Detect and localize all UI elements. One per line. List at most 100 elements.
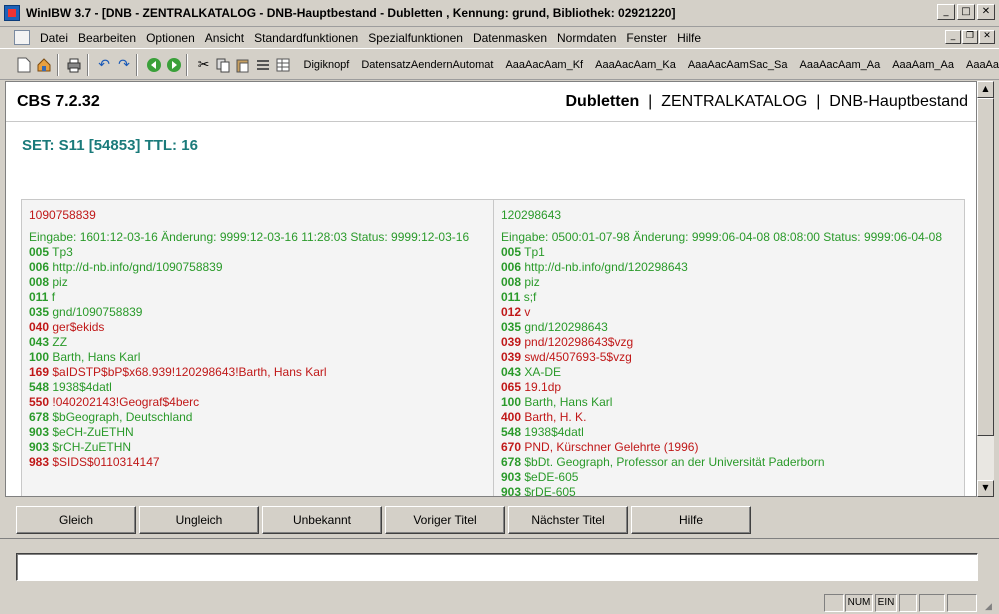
- document-icon[interactable]: [14, 30, 30, 45]
- menu-spezialfunktionen[interactable]: Spezialfunktionen: [368, 31, 463, 45]
- record-field-line: 008 piz: [29, 275, 493, 290]
- menu-datei[interactable]: Datei: [40, 31, 68, 45]
- minimize-button[interactable]: _: [937, 4, 955, 20]
- field-value: ZZ: [52, 335, 68, 349]
- scroll-thumb[interactable]: [977, 98, 994, 436]
- catalog-name: ZENTRALKATALOG: [661, 93, 808, 110]
- menu-standardfunktionen[interactable]: Standardfunktionen: [254, 31, 358, 45]
- resize-grip-icon[interactable]: ◢: [985, 600, 997, 612]
- field-tag: 008: [29, 275, 50, 289]
- status-cell-empty: [899, 594, 917, 612]
- gleich-button[interactable]: Gleich: [16, 506, 136, 534]
- print-icon[interactable]: [66, 55, 83, 75]
- menu-datenmasken[interactable]: Datenmasken: [473, 31, 547, 45]
- toolbar-aaaaa[interactable]: AaaAa: [966, 59, 999, 71]
- field-tag: 670: [501, 440, 522, 454]
- field-value: $aIDSTP$bP$x68.939!120298643!Barth, Hans…: [52, 365, 327, 379]
- menu-fenster[interactable]: Fenster: [626, 31, 667, 45]
- field-value: Tp3: [52, 245, 73, 259]
- menu-bearbeiten[interactable]: Bearbeiten: [78, 31, 136, 45]
- record-field-line: 670 PND, Kürschner Gelehrte (1996): [501, 440, 964, 455]
- undo-icon[interactable]: ↶: [96, 55, 113, 75]
- record-field-line: 100 Barth, Hans Karl: [501, 395, 964, 410]
- record-fields: 005 Tp3 006 http://d-nb.info/gnd/10907588…: [29, 245, 493, 470]
- home-icon[interactable]: [36, 55, 53, 75]
- forward-icon[interactable]: [165, 55, 182, 75]
- back-icon[interactable]: [145, 55, 162, 75]
- field-tag: 039: [501, 350, 522, 364]
- field-tag: 678: [29, 410, 50, 424]
- toolbar-aaaacaamsac-sa[interactable]: AaaAacAamSac_Sa: [688, 59, 788, 71]
- toolbar-aaaacaam-kf[interactable]: AaaAacAam_Kf: [505, 59, 583, 71]
- record-field-line: 005 Tp3: [29, 245, 493, 260]
- field-tag: 005: [29, 245, 50, 259]
- naechster-titel-button[interactable]: Nächster Titel: [508, 506, 628, 534]
- field-value: f: [51, 290, 56, 304]
- field-value: pnd/120298643$vzg: [524, 335, 634, 349]
- toolbar-aaaaam-aa[interactable]: AaaAam_Aa: [892, 59, 954, 71]
- command-input[interactable]: [16, 553, 978, 581]
- field-tag: 548: [501, 425, 522, 439]
- field-value: Barth, Hans Karl: [524, 395, 613, 409]
- field-tag: 169: [29, 365, 50, 379]
- status-bar: NUM EIN ◢: [0, 592, 999, 614]
- maximize-button[interactable]: □: [957, 4, 975, 20]
- field-tag: 043: [29, 335, 50, 349]
- list-icon[interactable]: [255, 55, 272, 75]
- field-tag: 983: [29, 455, 50, 469]
- field-value: Barth, H. K.: [524, 410, 587, 424]
- status-ein: EIN: [875, 594, 897, 612]
- field-tag: 006: [501, 260, 522, 274]
- field-value: $eDE-605: [524, 470, 579, 484]
- new-document-icon[interactable]: [16, 55, 33, 75]
- field-tag: 005: [501, 245, 522, 259]
- hilfe-button[interactable]: Hilfe: [631, 506, 751, 534]
- mdi-restore-button[interactable]: ❐: [962, 30, 978, 44]
- record-field-line: 008 piz: [501, 275, 964, 290]
- field-value: $rDE-605: [524, 485, 576, 497]
- menu-normdaten[interactable]: Normdaten: [557, 31, 616, 45]
- app-icon: [4, 5, 20, 21]
- field-tag: 040: [29, 320, 50, 334]
- unbekannt-button[interactable]: Unbekannt: [262, 506, 382, 534]
- ungleich-button[interactable]: Ungleich: [139, 506, 259, 534]
- scroll-down-icon[interactable]: ▼: [977, 480, 994, 497]
- menu-optionen[interactable]: Optionen: [146, 31, 195, 45]
- field-tag: 043: [501, 365, 522, 379]
- toolbar-aaaacaam-ka[interactable]: AaaAacAam_Ka: [595, 59, 676, 71]
- paste-icon[interactable]: [235, 55, 252, 75]
- field-value: $SIDS$0110314147: [52, 455, 160, 469]
- title-bar: WinIBW 3.7 - [DNB - ZENTRALKATALOG - DNB…: [0, 0, 999, 27]
- copy-icon[interactable]: [215, 55, 232, 75]
- menu-ansicht[interactable]: Ansicht: [205, 31, 244, 45]
- record-id: 1090758839: [29, 208, 96, 222]
- mdi-close-button[interactable]: ✕: [979, 30, 995, 44]
- record-field-line: 400 Barth, H. K.: [501, 410, 964, 425]
- scroll-up-icon[interactable]: ▲: [977, 81, 994, 98]
- mdi-minimize-button[interactable]: _: [945, 30, 961, 44]
- field-tag: 548: [29, 380, 50, 394]
- action-button-row: Gleich Ungleich Unbekannt Voriger Titel …: [0, 500, 999, 536]
- toolbar-digiknopf[interactable]: Digiknopf: [304, 59, 350, 71]
- field-tag: 008: [501, 275, 522, 289]
- record-panel-right: 120298643 Eingabe: 0500:01-07-98 Änderun…: [493, 200, 964, 497]
- record-meta: Eingabe: 0500:01-07-98 Änderung: 9999:06…: [501, 230, 943, 244]
- voriger-titel-button[interactable]: Voriger Titel: [385, 506, 505, 534]
- toolbar-aaaacaam-aa[interactable]: AaaAacAam_Aa: [800, 59, 881, 71]
- field-tag: 100: [501, 395, 522, 409]
- view-header: CBS 7.2.32 Dubletten | ZENTRALKATALOG | …: [6, 82, 976, 122]
- record-field-line: 983 $SIDS$0110314147: [29, 455, 493, 470]
- vertical-scrollbar[interactable]: ▲ ▼: [977, 81, 994, 497]
- menu-hilfe[interactable]: Hilfe: [677, 31, 701, 45]
- cut-icon[interactable]: ✂: [195, 55, 212, 75]
- toolbar-datensatz-aendern-automat[interactable]: DatensatzAendernAutomat: [361, 59, 493, 71]
- field-tag: 903: [29, 440, 50, 454]
- field-value: swd/4507693-5$vzg: [524, 350, 632, 364]
- breadcrumb-separator: |: [648, 93, 653, 110]
- record-field-line: 043 XA-DE: [501, 365, 964, 380]
- table-icon[interactable]: [275, 55, 292, 75]
- redo-icon[interactable]: ↷: [116, 55, 133, 75]
- record-view: CBS 7.2.32 Dubletten | ZENTRALKATALOG | …: [5, 81, 977, 497]
- field-value: http://d-nb.info/gnd/120298643: [524, 260, 688, 274]
- close-button[interactable]: ✕: [977, 4, 995, 20]
